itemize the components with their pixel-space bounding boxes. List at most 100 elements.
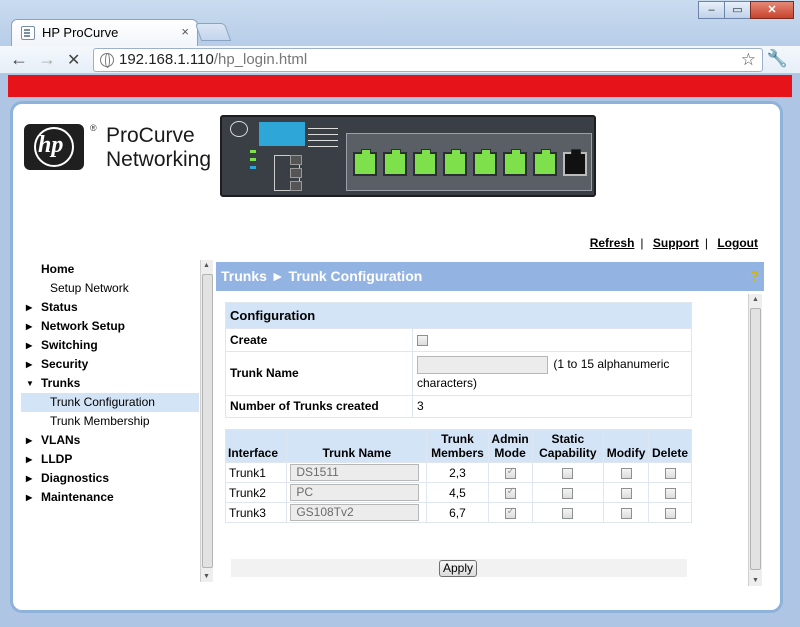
modify-checkbox[interactable]: [620, 467, 632, 479]
sidebar-item-trunk-configuration[interactable]: Trunk Configuration: [21, 393, 199, 412]
switch-port-2: [383, 149, 407, 176]
sidebar-scrollbar[interactable]: ▲ ▼: [200, 260, 213, 582]
expand-arrow-icon: ▶: [26, 322, 33, 331]
table-row: Trunk2 PC 4,5: [224, 482, 692, 503]
static-capability-checkbox[interactable]: [562, 467, 574, 479]
stop-icon[interactable]: ✕: [67, 50, 80, 70]
expand-arrow-icon: ▶: [26, 436, 33, 445]
trunk-name-input[interactable]: [417, 355, 548, 374]
trunk-name-field[interactable]: DS1511: [290, 464, 420, 481]
content-scroll-thumb[interactable]: [750, 308, 761, 570]
table-row: Trunk1 DS1511 2,3: [224, 462, 692, 483]
brand-line-1: ProCurve: [106, 124, 195, 147]
trunk-name-field[interactable]: GS108Tv2: [290, 504, 420, 521]
delete-cell: [648, 462, 692, 483]
create-label: Create: [225, 328, 413, 352]
link-separator: |: [704, 236, 708, 250]
back-arrow-icon[interactable]: ←: [10, 49, 28, 70]
configuration-header-row: Configuration: [225, 302, 692, 329]
support-link[interactable]: Support: [653, 236, 699, 250]
switch-port-1: [353, 149, 377, 176]
registered-mark: ®: [90, 123, 97, 133]
browser-tab[interactable]: HP ProCurve ×: [11, 19, 198, 46]
maximize-button[interactable]: ▭: [724, 1, 751, 19]
configuration-heading: Configuration: [225, 302, 692, 329]
num-trunks-label: Number of Trunks created: [225, 394, 413, 418]
modify-cell: [603, 502, 650, 523]
minimize-button[interactable]: –: [698, 1, 725, 19]
trunk-name-row: Trunk Name (1 to 15 alphanumeric charact…: [225, 351, 692, 396]
admin-mode-checkbox[interactable]: [504, 486, 516, 499]
sidebar-item-trunk-membership[interactable]: Trunk Membership: [21, 412, 199, 431]
scroll-down-icon[interactable]: ▼: [203, 573, 210, 580]
scroll-up-icon[interactable]: ▲: [752, 296, 759, 303]
bookmark-star-icon[interactable]: ☆: [741, 49, 756, 71]
delete-checkbox[interactable]: [664, 487, 676, 499]
forward-arrow-icon[interactable]: →: [38, 49, 56, 70]
sidebar-scroll-thumb[interactable]: [202, 274, 213, 568]
help-icon[interactable]: ?: [750, 262, 759, 291]
tab-close-icon[interactable]: ×: [181, 24, 189, 39]
sidebar-item-status[interactable]: ▶ Status: [21, 298, 199, 317]
admin-mode-checkbox[interactable]: [504, 466, 516, 479]
create-row: Create: [225, 328, 692, 352]
switch-hp-logo-icon: [230, 121, 248, 137]
brand-name: ProCurve Networking: [106, 124, 211, 172]
sidebar-item-setup-network[interactable]: Setup Network: [21, 279, 199, 298]
browser-titlebar: HP ProCurve × – ▭ ✕: [0, 0, 800, 46]
trunk-name-cell: GS108Tv2: [286, 502, 428, 523]
sidebar-item-label: Diagnostics: [41, 471, 110, 485]
apply-button[interactable]: Apply: [439, 560, 477, 577]
sidebar-item-home[interactable]: Home: [21, 260, 199, 279]
wrench-menu-icon[interactable]: 🔧: [767, 49, 788, 69]
trunk-name-cell: PC: [286, 482, 428, 503]
delete-checkbox[interactable]: [664, 467, 676, 479]
page-frame: hp ® ProCurve Networking Refresh | Suppo…: [10, 101, 783, 613]
scroll-up-icon[interactable]: ▲: [203, 262, 210, 269]
admin-mode-cell: [487, 502, 533, 523]
trunk-members: 2,3: [426, 462, 489, 483]
expand-arrow-icon: ▶: [26, 474, 33, 483]
admin-mode-checkbox[interactable]: [504, 506, 516, 519]
window-close-button[interactable]: ✕: [750, 1, 794, 19]
trunk-name-field[interactable]: PC: [290, 484, 420, 501]
sidebar-item-trunks[interactable]: ▼ Trunks: [21, 374, 199, 393]
col-header-admin-mode: Admin Mode: [487, 429, 533, 463]
sidebar-item-security[interactable]: ▶ Security: [21, 355, 199, 374]
sidebar-item-lldp[interactable]: ▶ LLDP: [21, 450, 199, 469]
modify-cell: [603, 482, 650, 503]
sidebar-item-label: Security: [41, 357, 89, 371]
switch-mode-button-3: [290, 181, 302, 191]
static-capability-checkbox[interactable]: [562, 507, 574, 519]
delete-checkbox[interactable]: [664, 507, 676, 519]
sidebar-item-maintenance[interactable]: ▶ Maintenance: [21, 488, 199, 507]
refresh-link[interactable]: Refresh: [590, 236, 635, 250]
scroll-down-icon[interactable]: ▼: [752, 577, 759, 584]
modify-checkbox[interactable]: [620, 487, 632, 499]
address-bar[interactable]: 192.168.1.110/hp_login.html ☆: [93, 48, 763, 72]
sidebar-item-vlans[interactable]: ▶ VLANs: [21, 431, 199, 450]
trunk-table-header-row: Interface Trunk Name Trunk Members Admin…: [224, 429, 692, 463]
content-scrollbar[interactable]: ▲ ▼: [748, 294, 762, 586]
sidebar-item-diagnostics[interactable]: ▶ Diagnostics: [21, 469, 199, 488]
hp-logo-text: hp: [38, 132, 64, 158]
logout-link[interactable]: Logout: [717, 236, 758, 250]
expand-arrow-icon: ▶: [26, 455, 33, 464]
sidebar-item-network-setup[interactable]: ▶ Network Setup: [21, 317, 199, 336]
new-tab-button[interactable]: [194, 23, 232, 41]
admin-mode-cell: [487, 462, 533, 483]
trunk-table: Interface Trunk Name Trunk Members Admin…: [224, 429, 692, 523]
sidebar-item-label: Trunk Membership: [50, 414, 150, 428]
trunk-name-cell: DS1511: [286, 462, 428, 483]
sidebar-item-switching[interactable]: ▶ Switching: [21, 336, 199, 355]
static-capability-checkbox[interactable]: [562, 487, 574, 499]
switch-model-label: [259, 122, 305, 146]
switch-mode-button-1: [290, 155, 302, 165]
create-checkbox[interactable]: [417, 335, 428, 347]
link-separator: |: [640, 236, 644, 250]
sidebar-item-label: Home: [41, 262, 75, 276]
sidebar-item-label: Trunk Configuration: [50, 395, 155, 409]
trunk-members: 6,7: [426, 502, 489, 523]
static-capability-cell: [531, 462, 605, 483]
modify-checkbox[interactable]: [620, 507, 632, 519]
